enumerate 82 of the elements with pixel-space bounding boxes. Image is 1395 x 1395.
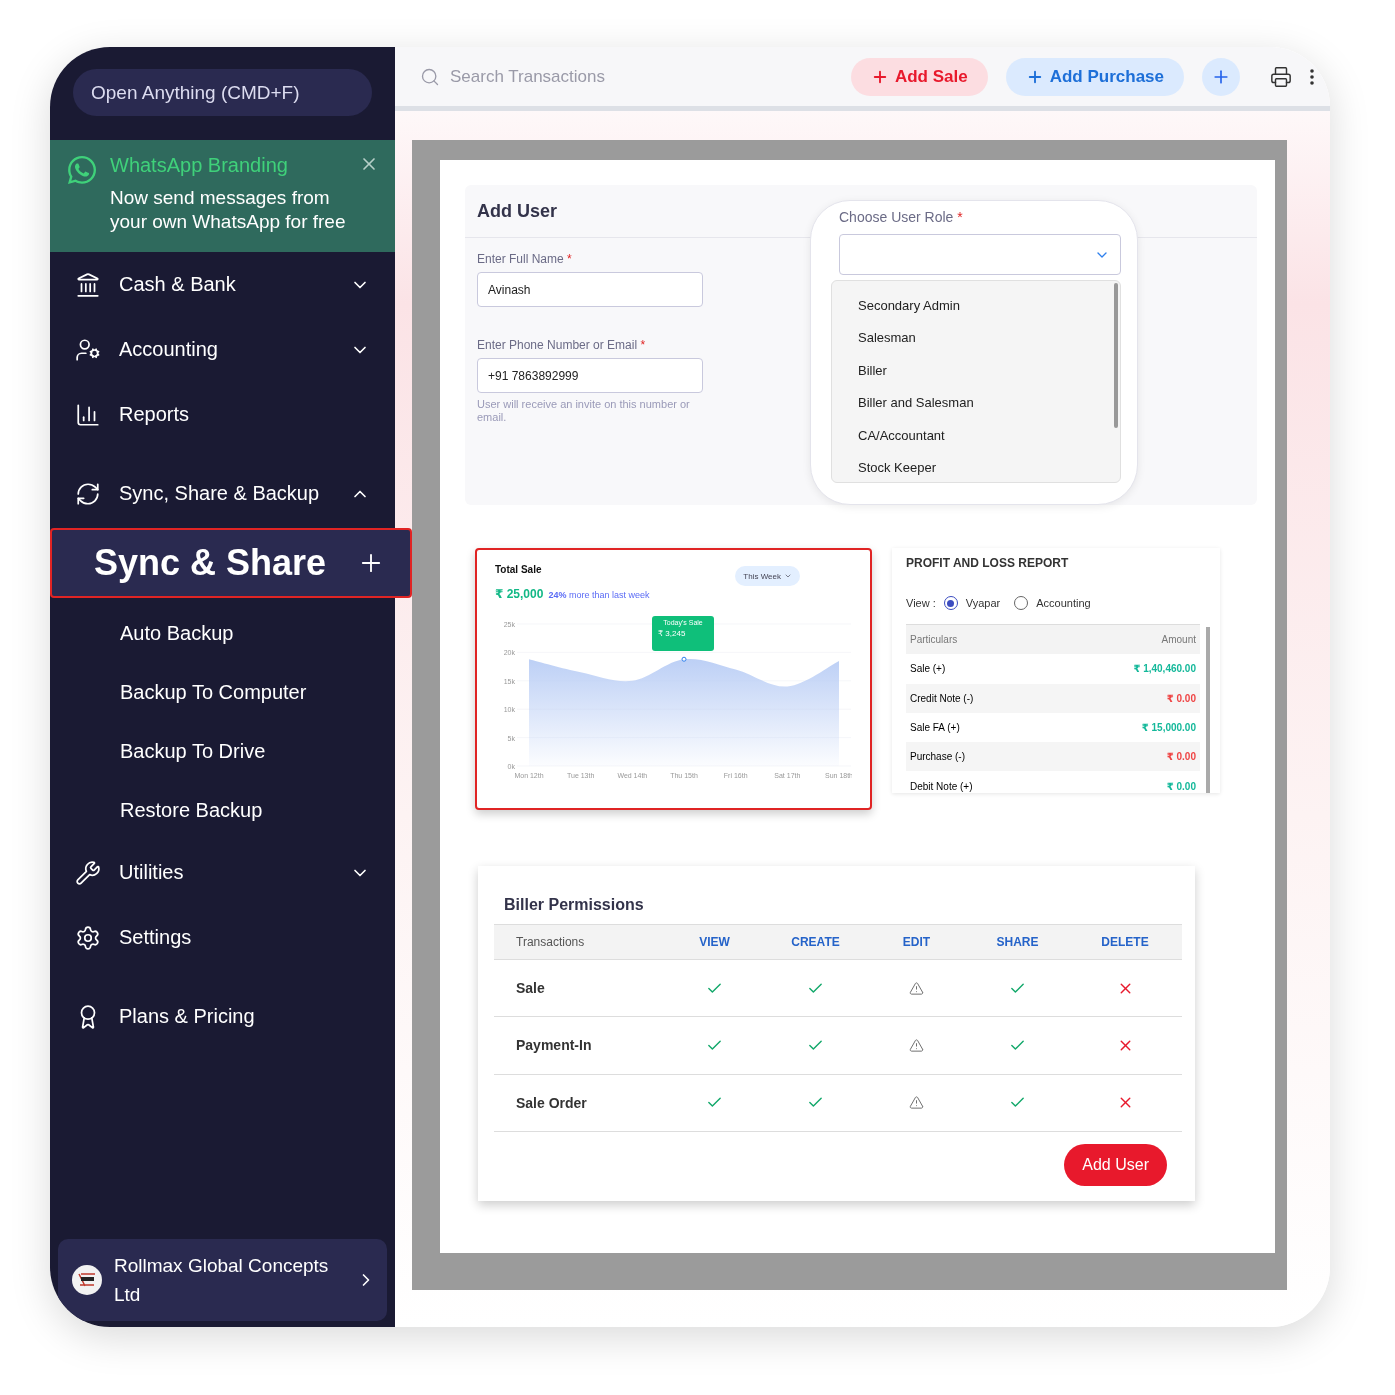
radio-option[interactable]: Vyapar [943, 596, 1001, 610]
menu-icon [75, 480, 101, 507]
field-label: Enter Full Name * [477, 252, 573, 266]
sidebar-item[interactable]: Plans & Pricing [50, 984, 395, 1049]
column-header: Transactions [494, 924, 664, 960]
table-cell: Sale (+) [910, 663, 946, 675]
search-icon [420, 66, 440, 87]
field-label: Enter Phone Number or Email * [477, 338, 647, 352]
more-icon [1310, 68, 1314, 85]
amount-cell: ₹ 1,40,460.00 [1133, 663, 1196, 675]
sidebar-item[interactable]: Cash & Bank [50, 252, 395, 317]
column-header: CREATE [765, 924, 866, 960]
table-cell: Sale Order [494, 1074, 664, 1132]
company-logo [72, 1265, 102, 1295]
amount-cell: ₹ 15,000.00 [1141, 722, 1196, 734]
range-dropdown[interactable]: This Week [735, 566, 800, 586]
column-header: VIEW [664, 924, 765, 960]
dropdown-option[interactable]: Biller and Salesman [832, 386, 1120, 419]
sidebar-item[interactable]: Reports [50, 382, 395, 447]
sidebar-item[interactable]: Utilities [50, 840, 395, 905]
warning-icon [909, 1095, 924, 1111]
card-title: Total Sale [495, 564, 543, 575]
table-cell: Purchase (-) [910, 751, 965, 763]
sale-amount: ₹ 25,000 [495, 587, 544, 601]
field-label: Choose User Role * [838, 209, 964, 225]
company-switcher[interactable]: Rollmax Global Concepts Ltd [58, 1239, 387, 1321]
menu-icon [75, 401, 101, 428]
column-header: Particulars [910, 634, 958, 646]
sidebar-item[interactable]: Sync, Share & Backup [50, 461, 395, 526]
submenu-item[interactable]: Backup To Computer [50, 663, 395, 722]
dropdown-option[interactable]: Salesman [832, 321, 1120, 354]
amount-cell: ₹ 0.00 [1166, 692, 1196, 704]
card-title: PROFIT AND LOSS REPORT [906, 556, 1070, 570]
menu-icon [75, 859, 101, 886]
input-field[interactable]: +91 7863892999 [477, 358, 703, 393]
table-cell: Credit Note (-) [910, 692, 974, 704]
warning-icon [909, 1037, 924, 1053]
change-text: 24% more than last week [548, 590, 650, 600]
search-field[interactable]: Open Anything (CMD+F) [73, 69, 372, 116]
amount-cell: ₹ 0.00 [1166, 751, 1196, 763]
dropdown-option[interactable]: Biller [832, 354, 1120, 387]
company-name: Rollmax Global Concepts Ltd [114, 1254, 330, 1307]
submenu-item[interactable]: Sync & Share [50, 528, 412, 598]
menu-icon [75, 336, 101, 363]
print-button[interactable] [1270, 65, 1292, 88]
amount-cell: ₹ 0.00 [1166, 780, 1196, 792]
chevron-down-icon [784, 572, 792, 580]
promo-title: WhatsApp Branding [110, 154, 289, 177]
menu-icon [75, 924, 101, 951]
more-button[interactable] [1310, 68, 1314, 85]
chat-bubble-icon [66, 154, 98, 186]
table-cell: Sale FA (+) [910, 722, 960, 734]
add-sale-button[interactable]: Add Sale [850, 57, 988, 96]
card-title: Biller Permissions [504, 896, 645, 914]
sidebar-item[interactable]: Settings [50, 905, 395, 970]
view-label: View : [906, 597, 936, 609]
table-cell: Debit Note (+) [910, 780, 973, 792]
field-hint: User will receive an invite on this number or email. [477, 398, 691, 424]
column-header: DELETE [1068, 924, 1182, 960]
column-header: EDIT [866, 924, 967, 960]
print-icon [1270, 65, 1292, 88]
dropdown-option[interactable]: CA/Accountant [832, 419, 1120, 452]
warning-icon [909, 980, 924, 996]
submenu-item[interactable]: Restore Backup [50, 781, 395, 840]
column-header: Amount [1161, 634, 1196, 646]
dropdown-option[interactable]: Stock Keeper [832, 451, 1120, 484]
table-cell: Payment-In [494, 1017, 664, 1075]
dropdown-option[interactable]: Secondary Admin [832, 289, 1120, 322]
promo-text: Now send messages from your own WhatsApp for free [110, 186, 347, 234]
radio-option[interactable]: Accounting [1014, 596, 1091, 610]
table-cell: Sale [494, 960, 664, 1018]
search-field[interactable]: Search Transactions [448, 65, 648, 88]
add-purchase-button[interactable]: Add Purchase [1005, 57, 1184, 96]
add-user-button[interactable]: Add User [1064, 1143, 1167, 1186]
submenu-item[interactable]: Auto Backup [50, 604, 395, 663]
column-header: SHARE [967, 924, 1068, 960]
input-field[interactable]: Avinash [477, 272, 703, 307]
menu-icon [75, 271, 101, 298]
point-marker [681, 656, 687, 662]
add-button[interactable] [1202, 57, 1240, 96]
sidebar-item[interactable]: Accounting [50, 317, 395, 382]
submenu-item[interactable]: Backup To Drive [50, 722, 395, 781]
